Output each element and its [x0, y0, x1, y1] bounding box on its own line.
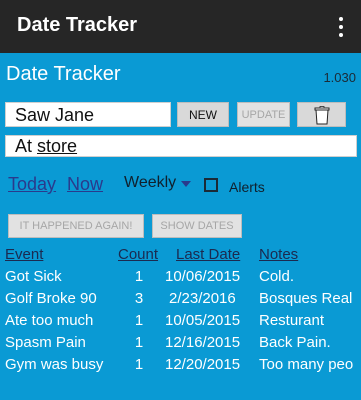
row-event: Got Sick — [5, 268, 62, 285]
header-last-date[interactable]: Last Date — [176, 246, 240, 263]
place-input[interactable]: At store — [5, 135, 357, 157]
row-count: 1 — [134, 268, 144, 285]
table-row[interactable]: Got Sick 1 10/06/2015 Cold. — [0, 268, 361, 290]
row-date: 12/16/2015 — [165, 334, 241, 351]
row-event: Ate too much — [5, 312, 94, 329]
header-count[interactable]: Count — [118, 246, 158, 263]
page-title: Date Tracker — [6, 63, 121, 85]
row-count: 3 — [134, 290, 144, 307]
show-dates-button[interactable]: SHOW DATES — [152, 214, 242, 238]
row-date: 10/05/2015 — [165, 312, 241, 329]
trash-icon — [314, 106, 330, 125]
event-input[interactable]: Saw Jane — [5, 102, 171, 127]
table-row[interactable]: Spasm Pain 1 12/16/2015 Back Pain. — [0, 334, 361, 356]
row-count: 1 — [134, 356, 144, 373]
row-notes: Resturant — [259, 312, 325, 329]
delete-button[interactable] — [297, 102, 346, 127]
row-notes: Too many peo — [259, 356, 354, 373]
table-row[interactable]: Golf Broke 90 3 2/23/2016 Bosques Real — [0, 290, 361, 312]
row-count: 1 — [134, 334, 144, 351]
dropdown-caret-icon[interactable] — [181, 181, 191, 187]
table-row[interactable]: Gym was busy 1 12/20/2015 Too many peo — [0, 356, 361, 378]
row-count: 1 — [134, 312, 144, 329]
header-notes[interactable]: Notes — [259, 246, 361, 263]
row-event: Golf Broke 90 — [5, 290, 97, 307]
period-select[interactable]: Weekly — [124, 174, 176, 192]
row-notes: Bosques Real — [259, 290, 353, 307]
place-value: store — [37, 136, 78, 156]
row-notes: Back Pain. — [259, 334, 331, 351]
version-label: 1.030 — [323, 70, 356, 85]
row-event: Gym was busy — [5, 356, 104, 373]
row-notes: Cold. — [259, 268, 295, 285]
place-prefix: At — [15, 136, 38, 156]
alerts-checkbox[interactable] — [204, 178, 218, 192]
update-button[interactable]: UPDATE — [237, 102, 290, 127]
table-header: Event Count Last Date Notes — [0, 246, 361, 268]
now-link[interactable]: Now — [67, 174, 103, 195]
table-row[interactable]: Ate too much 1 10/05/2015 Resturant — [0, 312, 361, 334]
today-link[interactable]: Today — [8, 174, 56, 195]
row-date: 2/23/2016 — [169, 290, 236, 307]
alerts-label: Alerts — [229, 179, 265, 195]
app-bar: Date Tracker — [0, 0, 361, 53]
row-date: 10/06/2015 — [165, 268, 241, 285]
happened-again-button[interactable]: IT HAPPENED AGAIN! — [8, 214, 144, 238]
row-date: 12/20/2015 — [165, 356, 241, 373]
new-button[interactable]: NEW — [177, 102, 229, 127]
row-event: Spasm Pain — [5, 334, 86, 351]
app-bar-title: Date Tracker — [17, 14, 138, 36]
overflow-menu-icon[interactable] — [338, 17, 344, 37]
header-event[interactable]: Event — [5, 246, 43, 263]
